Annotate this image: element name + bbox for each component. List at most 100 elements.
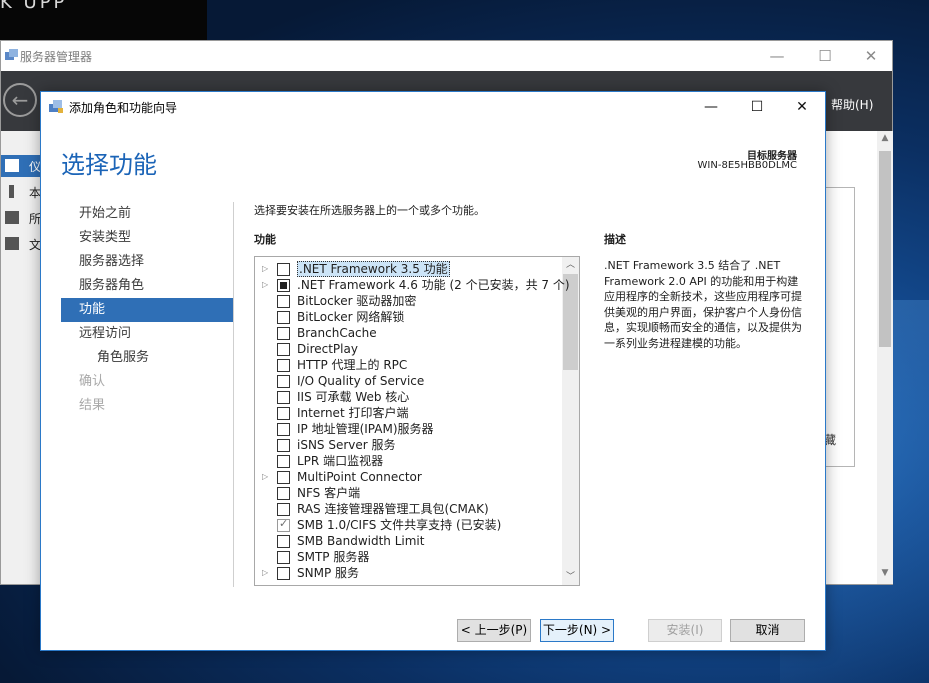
feature-checkbox[interactable] xyxy=(277,311,290,324)
previous-button[interactable]: < 上一步(P) xyxy=(457,619,531,642)
feature-label[interactable]: .NET Framework 3.5 功能 xyxy=(297,261,450,277)
feature-checkbox[interactable] xyxy=(277,279,290,292)
wizard-close-button[interactable]: ✕ xyxy=(782,95,822,119)
feature-checkbox[interactable] xyxy=(277,407,290,420)
feature-label[interactable]: I/O Quality of Service xyxy=(297,373,424,389)
feature-row[interactable]: BranchCache xyxy=(255,325,561,341)
sidebar-item-file-services[interactable]: 文 xyxy=(1,233,43,255)
nav-step-remote-access[interactable]: 远程访问 xyxy=(61,322,233,346)
feature-row[interactable]: Internet 打印客户端 xyxy=(255,405,561,421)
nav-step-server-roles[interactable]: 服务器角色 xyxy=(61,274,233,298)
help-menu[interactable]: 帮助(H) xyxy=(831,96,873,113)
feature-checkbox[interactable] xyxy=(277,327,290,340)
feature-checkbox[interactable] xyxy=(277,535,290,548)
feature-row[interactable]: I/O Quality of Service xyxy=(255,373,561,389)
sidebar-item-dashboard[interactable]: 仪 xyxy=(1,155,43,177)
sm-minimize-button[interactable]: — xyxy=(763,45,791,67)
expand-arrow-icon[interactable]: ▷ xyxy=(262,471,270,482)
server-manager-titlebar[interactable]: 服务器管理器 — ☐ ✕ xyxy=(1,41,892,71)
feature-label[interactable]: DirectPlay xyxy=(297,341,358,357)
feature-row[interactable]: SMTP 服务器 xyxy=(255,549,561,565)
wizard-minimize-button[interactable]: — xyxy=(691,95,731,119)
nav-step-server-selection[interactable]: 服务器选择 xyxy=(61,250,233,274)
server-manager-scrollbar[interactable]: ▲ ▼ xyxy=(877,131,893,584)
feature-label[interactable]: BranchCache xyxy=(297,325,377,341)
feature-row[interactable]: IIS 可承载 Web 核心 xyxy=(255,389,561,405)
feature-row[interactable]: HTTP 代理上的 RPC xyxy=(255,357,561,373)
sm-close-button[interactable]: ✕ xyxy=(857,45,885,67)
nav-step-installation-type[interactable]: 安装类型 xyxy=(61,226,233,250)
feature-row[interactable]: LPR 端口监视器 xyxy=(255,453,561,469)
feature-row[interactable]: ▷ .NET Framework 4.6 功能 (2 个已安装，共 7 个) xyxy=(255,277,570,293)
next-button[interactable]: 下一步(N) > xyxy=(540,619,614,642)
feature-label[interactable]: LPR 端口监视器 xyxy=(297,453,383,469)
feature-checkbox[interactable] xyxy=(277,455,290,468)
feature-checkbox[interactable] xyxy=(277,375,290,388)
feature-checkbox[interactable] xyxy=(277,295,290,308)
chevron-down-icon[interactable]: ﹀ xyxy=(562,569,579,585)
nav-step-before-you-begin[interactable]: 开始之前 xyxy=(61,202,233,226)
features-scrollbar[interactable]: ︿ ﹀ xyxy=(562,257,579,585)
expand-arrow-icon[interactable]: ▷ xyxy=(262,279,270,290)
server-manager-sidebar: 仪 本 所 文 xyxy=(1,131,43,584)
feature-label[interactable]: Internet 打印客户端 xyxy=(297,405,408,421)
feature-label[interactable]: SMB 1.0/CIFS 文件共享支持 (已安装) xyxy=(297,517,501,533)
feature-checkbox[interactable] xyxy=(277,471,290,484)
feature-label[interactable]: BitLocker 网络解锁 xyxy=(297,309,404,325)
back-arrow-icon[interactable]: ← xyxy=(3,83,37,117)
feature-label[interactable]: HTTP 代理上的 RPC xyxy=(297,357,407,373)
feature-checkbox[interactable] xyxy=(277,359,290,372)
feature-checkbox[interactable] xyxy=(277,439,290,452)
feature-label[interactable]: RAS 连接管理器管理工具包(CMAK) xyxy=(297,501,489,517)
chevron-down-icon[interactable]: ▼ xyxy=(879,568,891,582)
expand-arrow-icon[interactable]: ▷ xyxy=(262,567,270,578)
feature-row[interactable]: IP 地址管理(IPAM)服务器 xyxy=(255,421,561,437)
feature-row[interactable]: RAS 连接管理器管理工具包(CMAK) xyxy=(255,501,561,517)
sm-maximize-button[interactable]: ☐ xyxy=(811,45,839,67)
feature-label[interactable]: .NET Framework 4.6 功能 (2 个已安装，共 7 个) xyxy=(297,277,570,293)
scroll-thumb[interactable] xyxy=(879,151,891,347)
feature-checkbox[interactable] xyxy=(277,343,290,356)
feature-label[interactable]: SMB Bandwidth Limit xyxy=(297,533,424,549)
cancel-button[interactable]: 取消 xyxy=(730,619,805,642)
feature-row[interactable]: NFS 客户端 xyxy=(255,485,561,501)
chevron-up-icon[interactable]: ▲ xyxy=(879,133,891,147)
feature-checkbox[interactable] xyxy=(277,503,290,516)
feature-checkbox[interactable] xyxy=(277,391,290,404)
sidebar-item-local-server[interactable]: 本 xyxy=(1,181,43,203)
feature-checkbox[interactable] xyxy=(277,487,290,500)
features-tree-list[interactable]: ︿ ﹀ ▷ .NET Framework 3.5 功能 ▷ .NET Framewor… xyxy=(254,256,580,586)
feature-row[interactable]: BitLocker 驱动器加密 xyxy=(255,293,561,309)
feature-label[interactable]: NFS 客户端 xyxy=(297,485,360,501)
feature-label[interactable]: SMTP 服务器 xyxy=(297,549,369,565)
nav-step-role-services[interactable]: 角色服务 xyxy=(61,346,233,370)
feature-row[interactable]: SMB 1.0/CIFS 文件共享支持 (已安装) xyxy=(255,517,561,533)
expand-arrow-icon[interactable]: ▷ xyxy=(262,263,270,274)
feature-row[interactable]: DirectPlay xyxy=(255,341,561,357)
background-app-text: K UPP xyxy=(0,0,68,13)
feature-label[interactable]: BitLocker 驱动器加密 xyxy=(297,293,416,309)
target-server-name: WIN-8E5HBB0DLMC xyxy=(697,160,797,171)
feature-row[interactable]: ▷ MultiPoint Connector xyxy=(255,469,561,485)
wizard-step-nav: 开始之前 安装类型 服务器选择 服务器角色 功能 远程访问 角色服务 确认 结果 xyxy=(61,202,233,418)
feature-checkbox[interactable] xyxy=(277,263,290,276)
feature-label[interactable]: iSNS Server 服务 xyxy=(297,437,396,453)
chevron-up-icon[interactable]: ︿ xyxy=(562,257,579,273)
feature-row[interactable]: BitLocker 网络解锁 xyxy=(255,309,561,325)
feature-checkbox[interactable] xyxy=(277,423,290,436)
feature-row[interactable]: SMB Bandwidth Limit xyxy=(255,533,561,549)
file-services-icon xyxy=(5,237,19,250)
feature-label[interactable]: MultiPoint Connector xyxy=(297,469,422,485)
wizard-maximize-button[interactable]: ☐ xyxy=(737,95,777,119)
feature-label[interactable]: SNMP 服务 xyxy=(297,565,359,581)
sidebar-item-all-servers[interactable]: 所 xyxy=(1,207,43,229)
feature-row[interactable]: ▷ .NET Framework 3.5 功能 xyxy=(255,261,561,277)
nav-step-features[interactable]: 功能 xyxy=(61,298,233,322)
feature-label[interactable]: IP 地址管理(IPAM)服务器 xyxy=(297,421,434,437)
feature-label[interactable]: IIS 可承载 Web 核心 xyxy=(297,389,409,405)
feature-row[interactable]: iSNS Server 服务 xyxy=(255,437,561,453)
wizard-titlebar[interactable]: 添加角色和功能向导 — ☐ ✕ xyxy=(41,92,825,122)
feature-row[interactable]: ▷ SNMP 服务 xyxy=(255,565,561,581)
feature-checkbox[interactable] xyxy=(277,567,290,580)
feature-checkbox[interactable] xyxy=(277,551,290,564)
